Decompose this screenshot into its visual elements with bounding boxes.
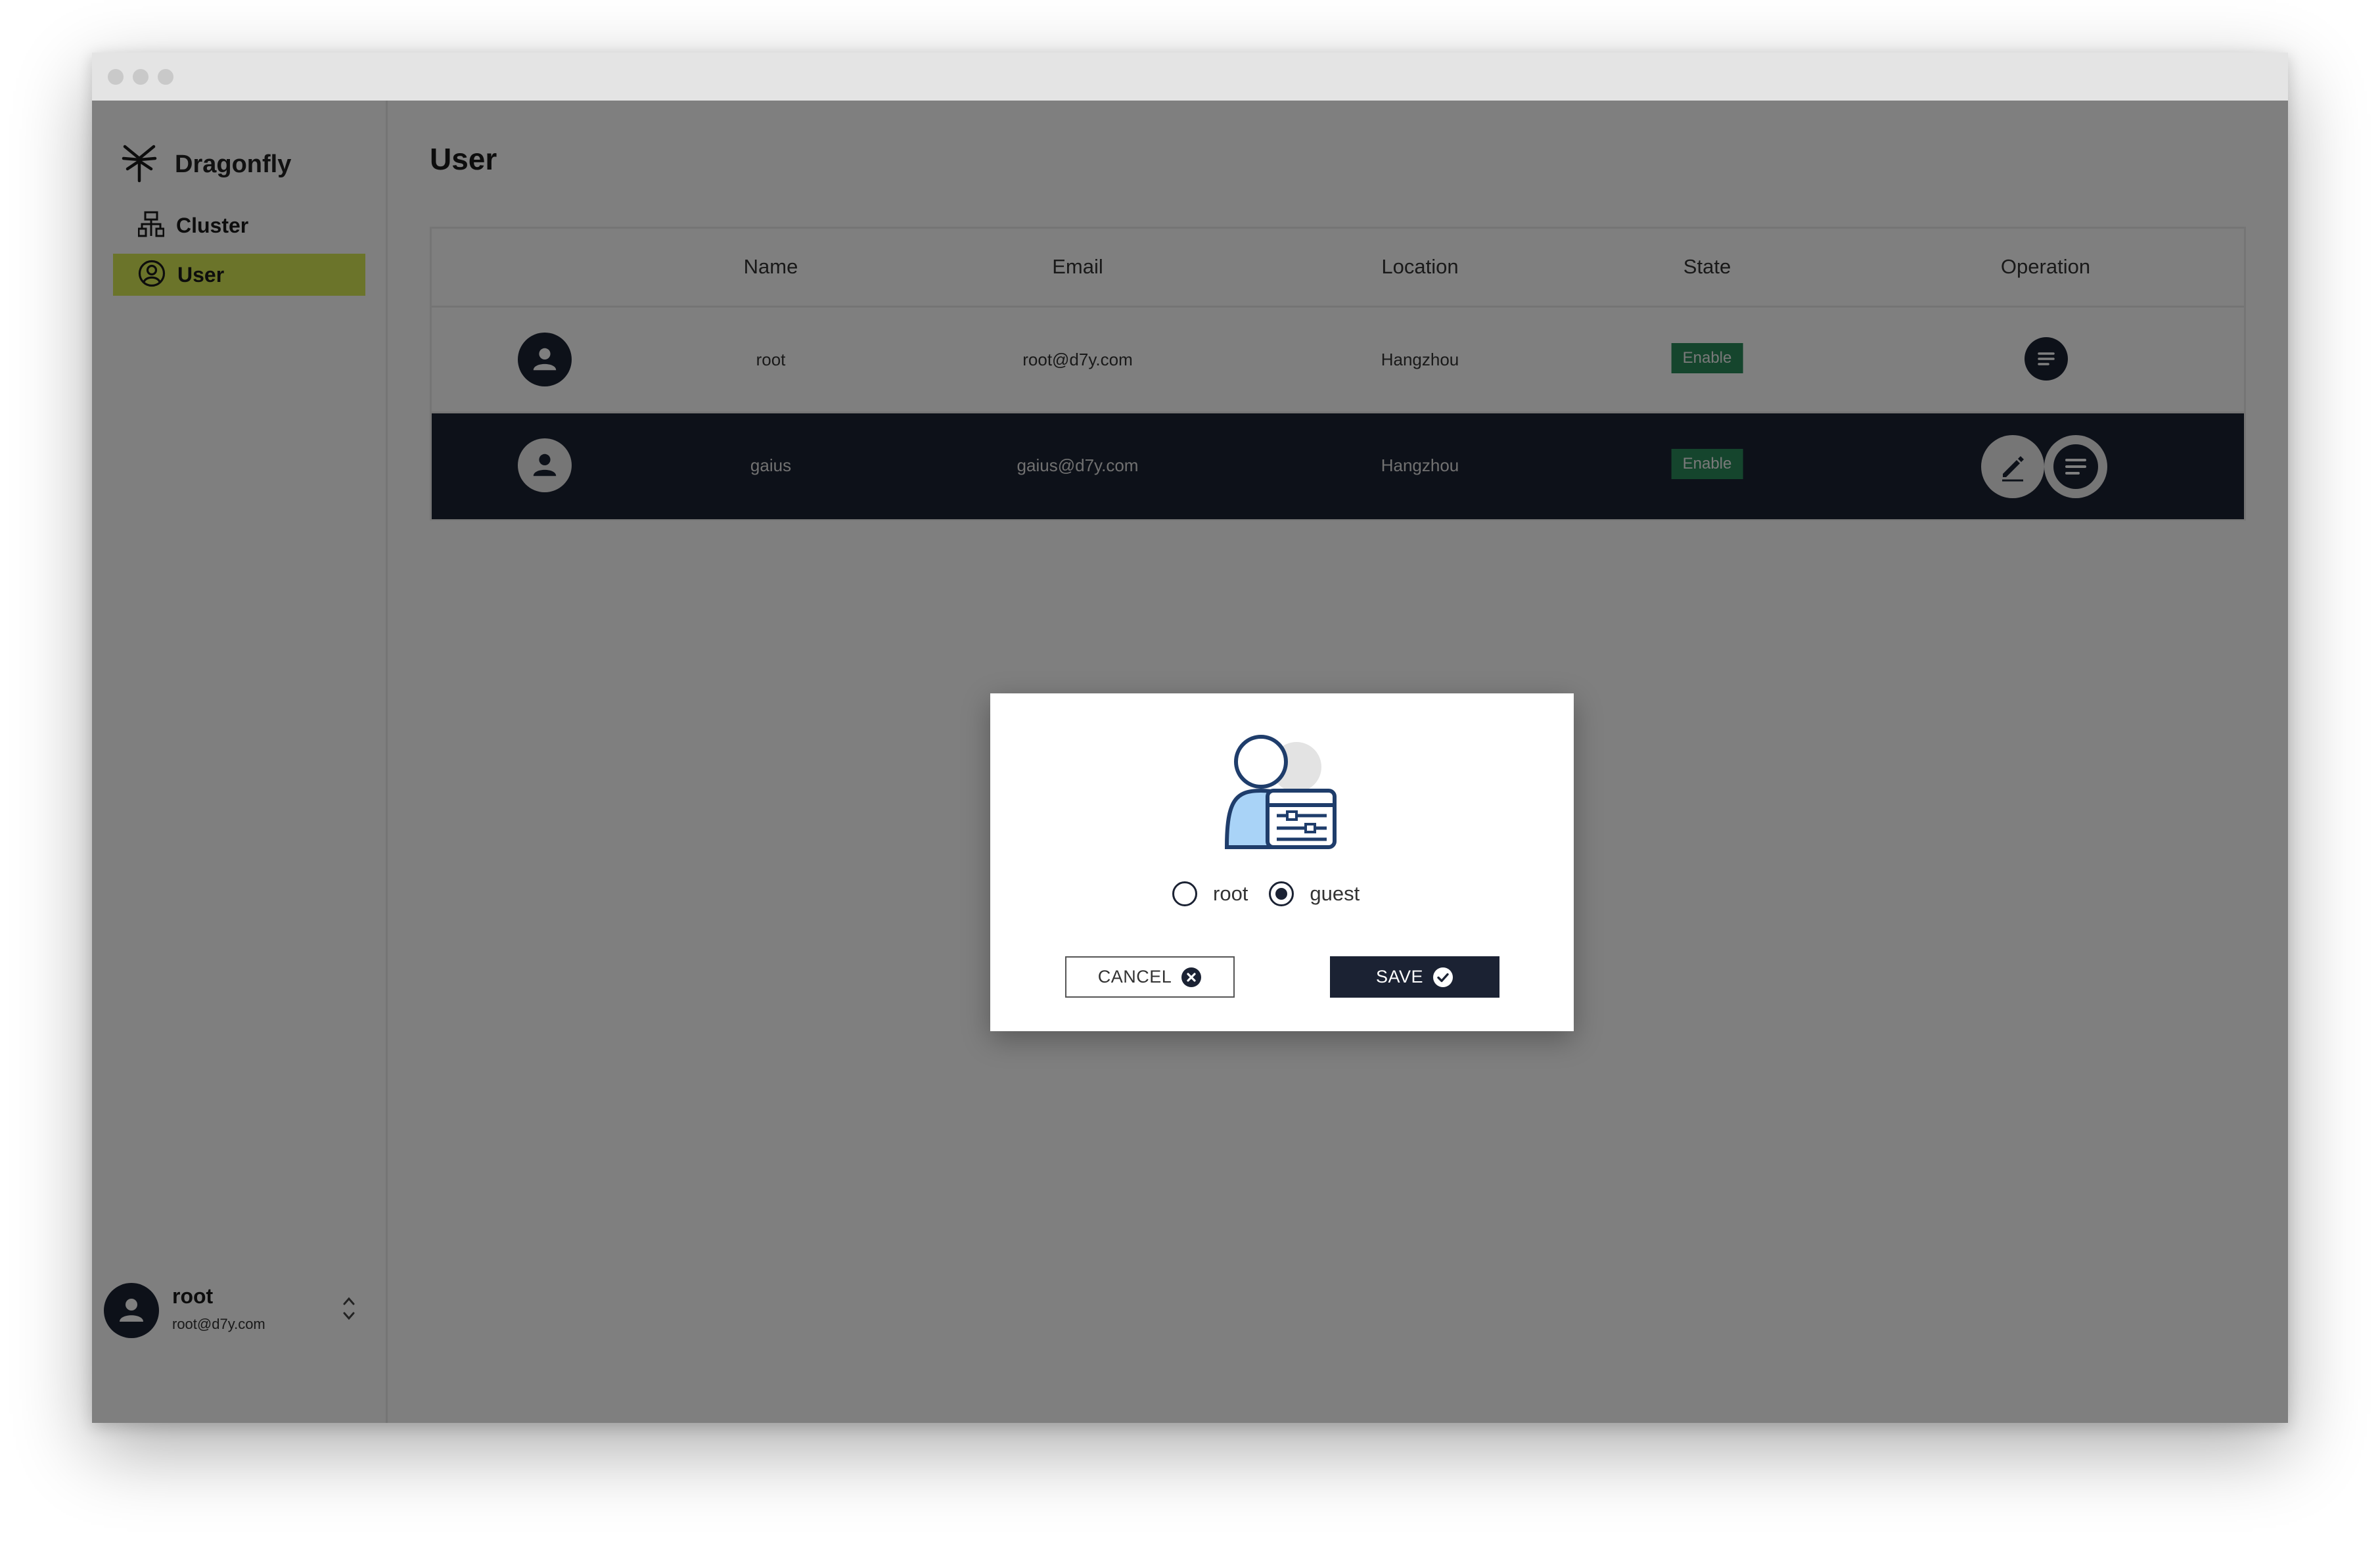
save-button-label: SAVE xyxy=(1375,967,1424,986)
app-body: Dragonfly Cluster xyxy=(92,101,2288,1423)
role-radio-guest[interactable]: guest xyxy=(1269,881,1360,906)
cancel-button-label: CANCEL xyxy=(1097,967,1172,986)
cancel-button[interactable]: CANCEL xyxy=(1065,956,1235,998)
window-maximize-dot[interactable] xyxy=(158,69,173,85)
window-titlebar xyxy=(92,53,2288,101)
radio-label: guest xyxy=(1310,882,1360,905)
window-minimize-dot[interactable] xyxy=(133,69,149,85)
role-radio-group: root guest xyxy=(1172,879,1360,909)
check-circle-icon xyxy=(1432,967,1453,988)
cancel-circle-icon xyxy=(1181,967,1202,988)
app-window: Dragonfly Cluster xyxy=(92,53,2288,1423)
window-close-dot[interactable] xyxy=(108,69,124,85)
role-dialog: root guest CANCEL SAVE xyxy=(990,693,1574,1031)
radio-unchecked-icon[interactable] xyxy=(1172,881,1197,906)
role-radio-root[interactable]: root xyxy=(1172,881,1248,906)
save-button[interactable]: SAVE xyxy=(1330,956,1499,998)
user-settings-icon xyxy=(1223,734,1341,856)
radio-label: root xyxy=(1213,882,1248,905)
radio-checked-icon[interactable] xyxy=(1269,881,1294,906)
